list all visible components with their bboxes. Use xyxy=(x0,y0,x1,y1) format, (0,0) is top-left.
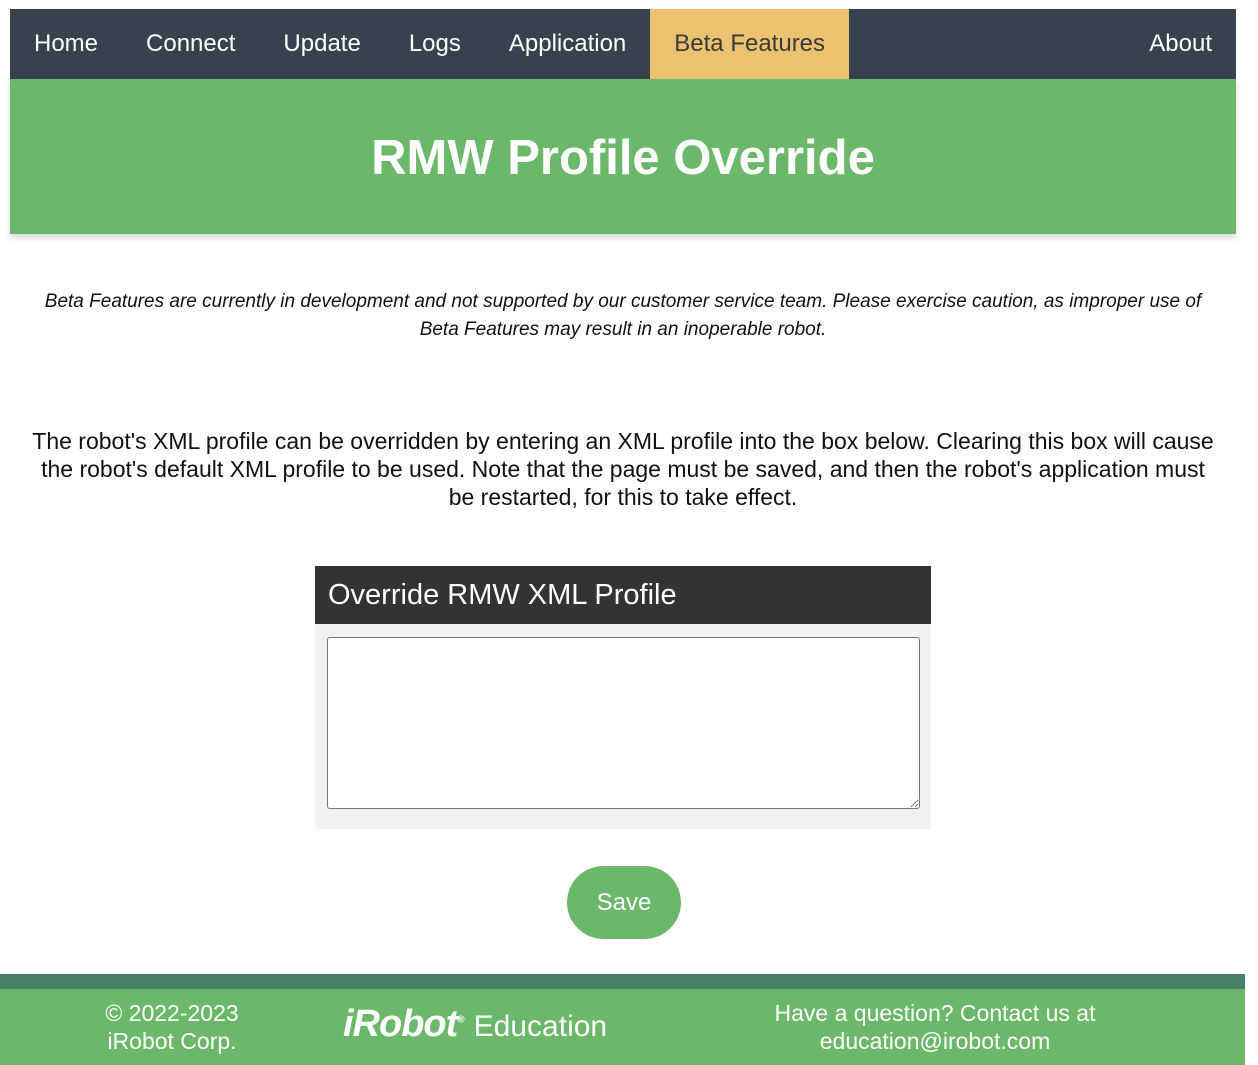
description-text: The robot's XML profile can be overridde… xyxy=(32,428,1214,510)
xml-profile-card: Override RMW XML Profile xyxy=(315,566,931,829)
page-title: RMW Profile Override xyxy=(371,130,875,185)
card-title: Override RMW XML Profile xyxy=(315,566,931,624)
contact-email-link[interactable]: education@irobot.com xyxy=(735,1027,1135,1055)
nav-application[interactable]: Application xyxy=(485,9,650,79)
save-button[interactable]: Save xyxy=(567,866,681,939)
beta-warning-text: Beta Features are currently in developme… xyxy=(44,291,1202,340)
footer-contact: Have a question? Contact us at education… xyxy=(735,999,1135,1055)
logo-suffix: Education xyxy=(473,1010,608,1043)
nav-update[interactable]: Update xyxy=(259,9,384,79)
nav-connect[interactable]: Connect xyxy=(122,9,259,79)
footer: © 2022-2023 iRobot Corp. iRobot® Educati… xyxy=(0,989,1245,1065)
copyright-company: iRobot Corp. xyxy=(107,1028,237,1054)
irobot-education-logo: iRobot® Education xyxy=(343,1003,608,1045)
xml-profile-textarea[interactable] xyxy=(327,637,920,809)
logo-brand: iRobot® xyxy=(343,1003,465,1045)
copyright-year: © 2022-2023 xyxy=(105,1000,239,1026)
page-banner: RMW Profile Override xyxy=(10,79,1236,234)
nav-home[interactable]: Home xyxy=(10,9,122,79)
nav-logs[interactable]: Logs xyxy=(385,9,485,79)
nav-beta-features[interactable]: Beta Features xyxy=(650,9,850,79)
footer-copyright: © 2022-2023 iRobot Corp. xyxy=(72,999,272,1055)
footer-divider xyxy=(0,974,1245,989)
top-nav: Home Connect Update Logs Application Bet… xyxy=(10,9,1236,79)
nav-about[interactable]: About xyxy=(1125,9,1236,79)
contact-text: Have a question? Contact us at xyxy=(774,1000,1096,1026)
